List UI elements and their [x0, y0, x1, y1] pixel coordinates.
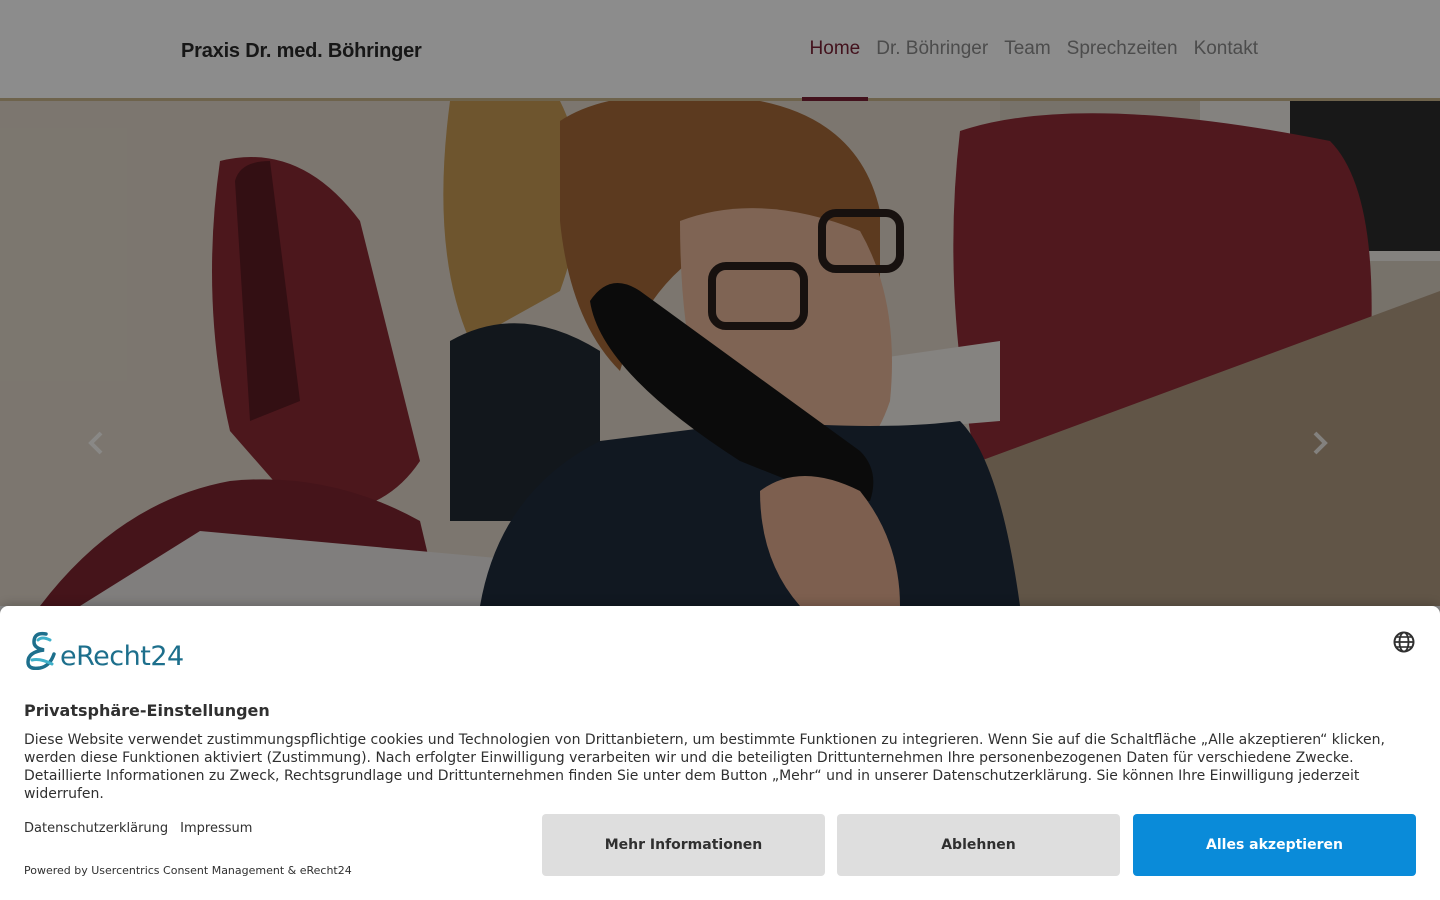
globe-icon [1393, 631, 1415, 653]
consent-links: Datenschutzerklärung Impressum [24, 821, 252, 836]
erecht24-logo: eRecht24 [24, 630, 184, 670]
deny-button[interactable]: Ablehnen [837, 814, 1120, 876]
imprint-link[interactable]: Impressum [180, 821, 252, 836]
consent-description: Diese Website verwendet zustimmungspflic… [24, 732, 1385, 802]
powered-by-text: Powered by Usercentrics Consent Manageme… [24, 864, 352, 877]
erecht24-logo-text: eRecht24 [60, 641, 184, 672]
privacy-policy-link[interactable]: Datenschutzerklärung [24, 821, 168, 836]
consent-banner: eRecht24 Privatsphäre-Einstellungen Dies… [0, 606, 1440, 900]
accept-all-button[interactable]: Alles akzeptieren [1133, 814, 1416, 876]
erecht24-logo-mark [26, 631, 56, 670]
language-button[interactable] [1392, 630, 1416, 654]
more-information-button[interactable]: Mehr Informationen [542, 814, 825, 876]
consent-title: Privatsphäre-Einstellungen [24, 701, 270, 720]
